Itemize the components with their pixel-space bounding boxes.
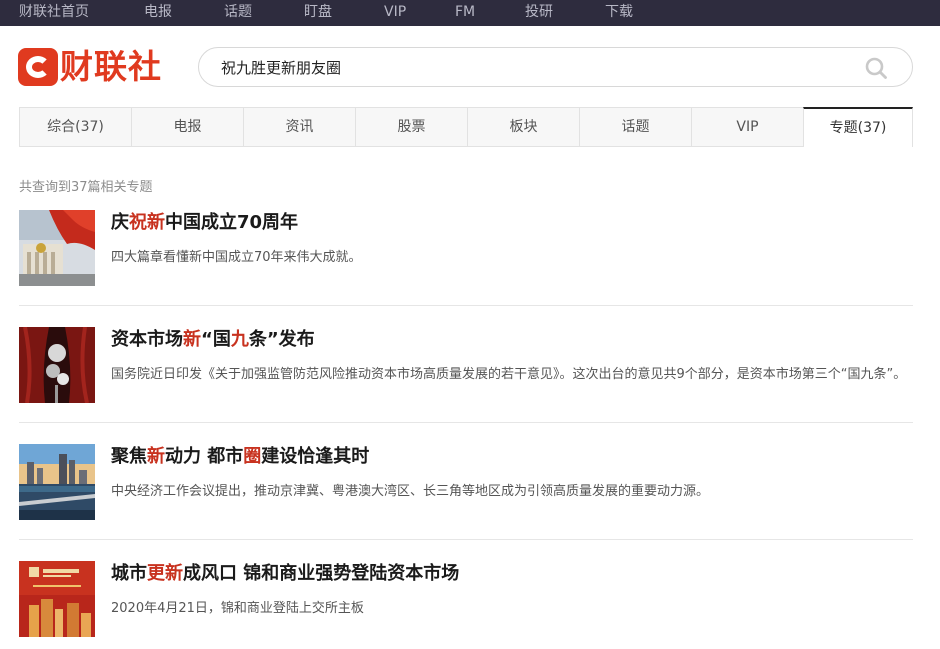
divider (19, 539, 913, 540)
result-description: 国务院近日印发《关于加强监管防范风险推动资本市场高质量发展的若干意见》。这次出台… (111, 367, 907, 382)
tab-topics[interactable]: 话题 (579, 107, 691, 147)
list-item: 资本市场新“国九条”发布 国务院近日印发《关于加强监管防范风险推动资本市场高质量… (19, 327, 913, 444)
title-text: 中国成立70周年 (165, 212, 299, 233)
search-box (198, 47, 913, 87)
result-title[interactable]: 聚焦新动力 都市圈建设恰逢其时 (111, 444, 369, 470)
search-input[interactable] (221, 48, 841, 86)
title-text: 城市 (111, 563, 147, 584)
nav-vip[interactable]: VIP (384, 0, 406, 26)
list-item: 庆祝新中国成立70周年 四大篇章看懂新中国成立70年来伟大成就。 (19, 210, 913, 327)
title-highlight: 更新 (147, 563, 183, 584)
ipo-poster-thumb[interactable] (19, 561, 95, 637)
nav-research[interactable]: 投研 (525, 0, 553, 26)
top-nav: 财联社首页 电报 话题 盯盘 VIP FM 投研 下载 (0, 0, 940, 26)
nav-telegraph[interactable]: 电报 (144, 0, 172, 26)
logo-text: 财联社 (60, 47, 162, 86)
tab-all[interactable]: 综合(37) (19, 107, 131, 147)
tab-special[interactable]: 专题(37) (803, 107, 913, 147)
result-tabs: 综合(37) 电报 资讯 股票 板块 话题 VIP 专题(37) (19, 107, 913, 147)
tab-sectors[interactable]: 板块 (467, 107, 579, 147)
nav-watch[interactable]: 盯盘 (304, 0, 332, 26)
nav-fm[interactable]: FM (455, 0, 475, 26)
title-highlight: 新 (183, 329, 201, 350)
list-item: 城市更新成风口 锦和商业强势登陆资本市场 2020年4月21日，锦和商业登陆上交… (19, 561, 913, 649)
result-title[interactable]: 庆祝新中国成立70周年 (111, 210, 298, 236)
title-highlight: 新 (147, 446, 165, 467)
title-text: 资本市场 (111, 329, 183, 350)
result-description: 2020年4月21日，锦和商业登陆上交所主板 (111, 601, 364, 616)
tab-stocks[interactable]: 股票 (355, 107, 467, 147)
tab-telegraph[interactable]: 电报 (131, 107, 243, 147)
result-title[interactable]: 资本市场新“国九条”发布 (111, 327, 315, 353)
title-highlight: 圈 (243, 446, 262, 467)
result-summary: 共查询到37篇相关专题 (19, 180, 153, 195)
nav-home[interactable]: 财联社首页 (19, 0, 89, 26)
nav-download[interactable]: 下载 (605, 0, 633, 26)
cls-logo-icon (18, 48, 58, 86)
title-text: 建设恰逢其时 (261, 446, 370, 467)
curtain-thumb[interactable] (19, 327, 95, 403)
title-text: 条”发布 (248, 329, 315, 350)
tab-news[interactable]: 资讯 (243, 107, 355, 147)
city-skyline-thumb[interactable] (19, 444, 95, 520)
title-text: “国 (201, 329, 231, 350)
search-icon[interactable] (865, 57, 887, 79)
result-title[interactable]: 城市更新成风口 锦和商业强势登陆资本市场 (111, 561, 459, 587)
title-text: 庆 (111, 212, 129, 233)
list-item: 聚焦新动力 都市圈建设恰逢其时 中央经济工作会议提出，推动京津冀、粤港澳大湾区、… (19, 444, 913, 561)
result-description: 中央经济工作会议提出，推动京津冀、粤港澳大湾区、长三角等地区成为引领高质量发展的… (111, 484, 710, 499)
divider (19, 422, 913, 423)
result-description: 四大篇章看懂新中国成立70年来伟大成就。 (111, 250, 362, 265)
title-highlight: 祝新 (129, 212, 165, 233)
national-day-thumb[interactable] (19, 210, 95, 286)
title-text: 成风口 锦和商业强势登陆资本市场 (183, 563, 460, 584)
title-text: 动力 都市 (165, 446, 244, 467)
tab-vip[interactable]: VIP (691, 107, 803, 147)
title-text: 聚焦 (111, 446, 147, 467)
site-logo[interactable]: 财联社 (18, 47, 170, 86)
title-highlight: 九 (230, 329, 249, 350)
divider (19, 305, 913, 306)
nav-topics[interactable]: 话题 (224, 0, 252, 26)
